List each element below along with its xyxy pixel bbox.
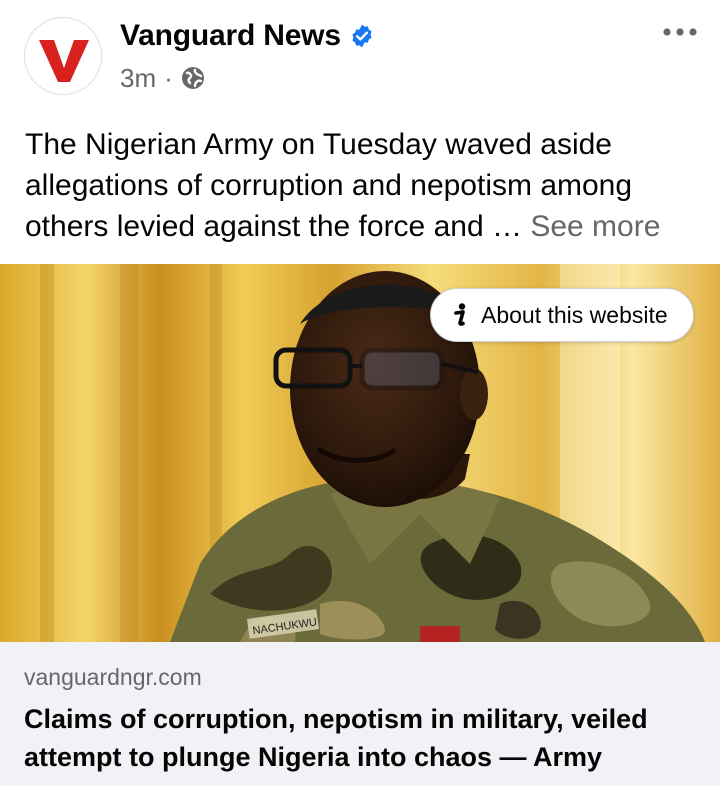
about-website-label: About this website [481, 301, 668, 328]
post-body: The Nigerian Army on Tuesday waved aside… [25, 124, 705, 247]
see-more-link[interactable]: See more [530, 210, 660, 243]
page-avatar[interactable] [24, 17, 102, 95]
link-headline[interactable]: Claims of corruption, nepotism in milita… [24, 700, 704, 776]
about-this-website-button[interactable]: About this website [430, 288, 694, 342]
globe-icon [181, 66, 205, 90]
more-horizontal-icon [663, 28, 697, 36]
meta-separator: · [164, 62, 173, 93]
post-meta: 3m · [120, 60, 205, 96]
verified-badge-icon [349, 23, 375, 49]
page-name[interactable]: Vanguard News [120, 19, 341, 53]
page-name-row: Vanguard News [120, 16, 375, 56]
info-icon [451, 302, 469, 328]
vanguard-logo-icon [26, 19, 101, 94]
more-options-button[interactable] [660, 20, 700, 44]
post-timestamp[interactable]: 3m [120, 63, 156, 94]
link-domain: vanguardngr.com [24, 664, 202, 690]
post-header: Vanguard News 3m · [0, 0, 720, 120]
link-preview-card[interactable]: vanguardngr.com Claims of corruption, ne… [0, 642, 720, 786]
